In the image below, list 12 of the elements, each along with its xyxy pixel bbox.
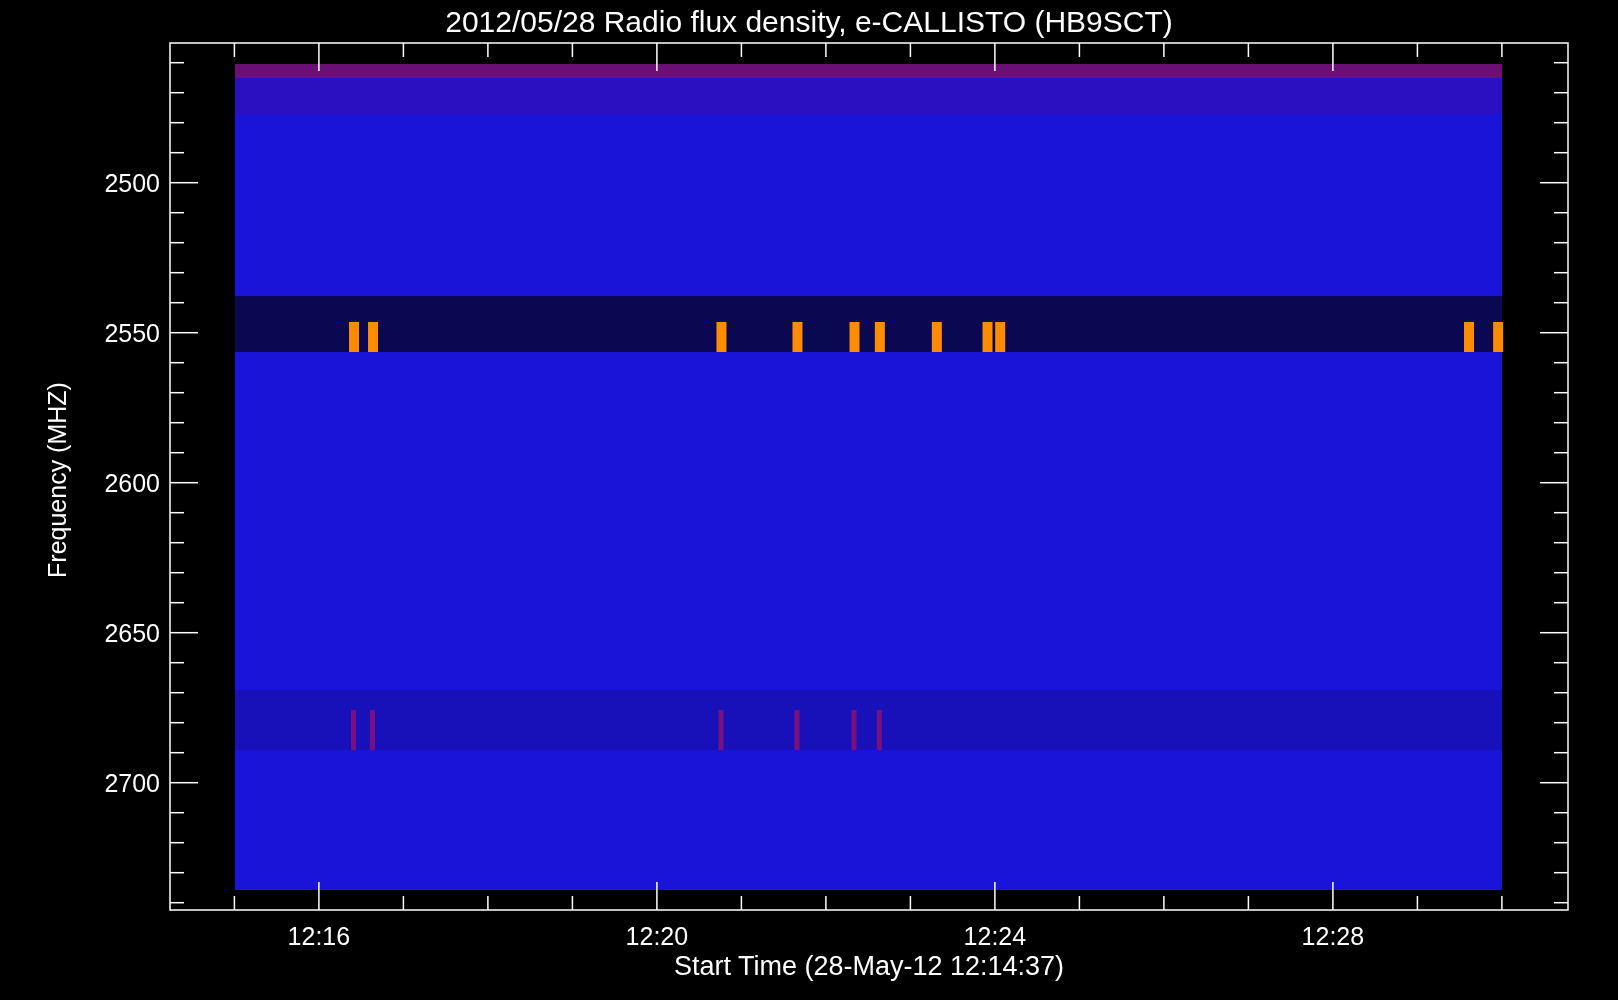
x-tick-label: 12:24 <box>963 922 1027 950</box>
y-tick-label: 2600 <box>104 468 160 497</box>
x-tick-label: 12:28 <box>1301 922 1365 950</box>
y-tick-label: 2700 <box>104 768 160 797</box>
y-axis-label: Frequency (MHZ) <box>43 382 71 578</box>
y-tick-label: 2550 <box>104 318 160 347</box>
x-tick-label: 12:16 <box>287 922 351 950</box>
x-axis-label: Start Time (28-May-12 12:14:37) <box>673 951 1065 981</box>
y-tick-label: 2500 <box>104 168 160 197</box>
chart-title: 2012/05/28 Radio flux density, e-CALLISTO (HB9SCT) <box>445 5 1173 38</box>
x-tick-label: 12:20 <box>625 922 689 950</box>
y-tick-label: 2650 <box>104 618 160 647</box>
